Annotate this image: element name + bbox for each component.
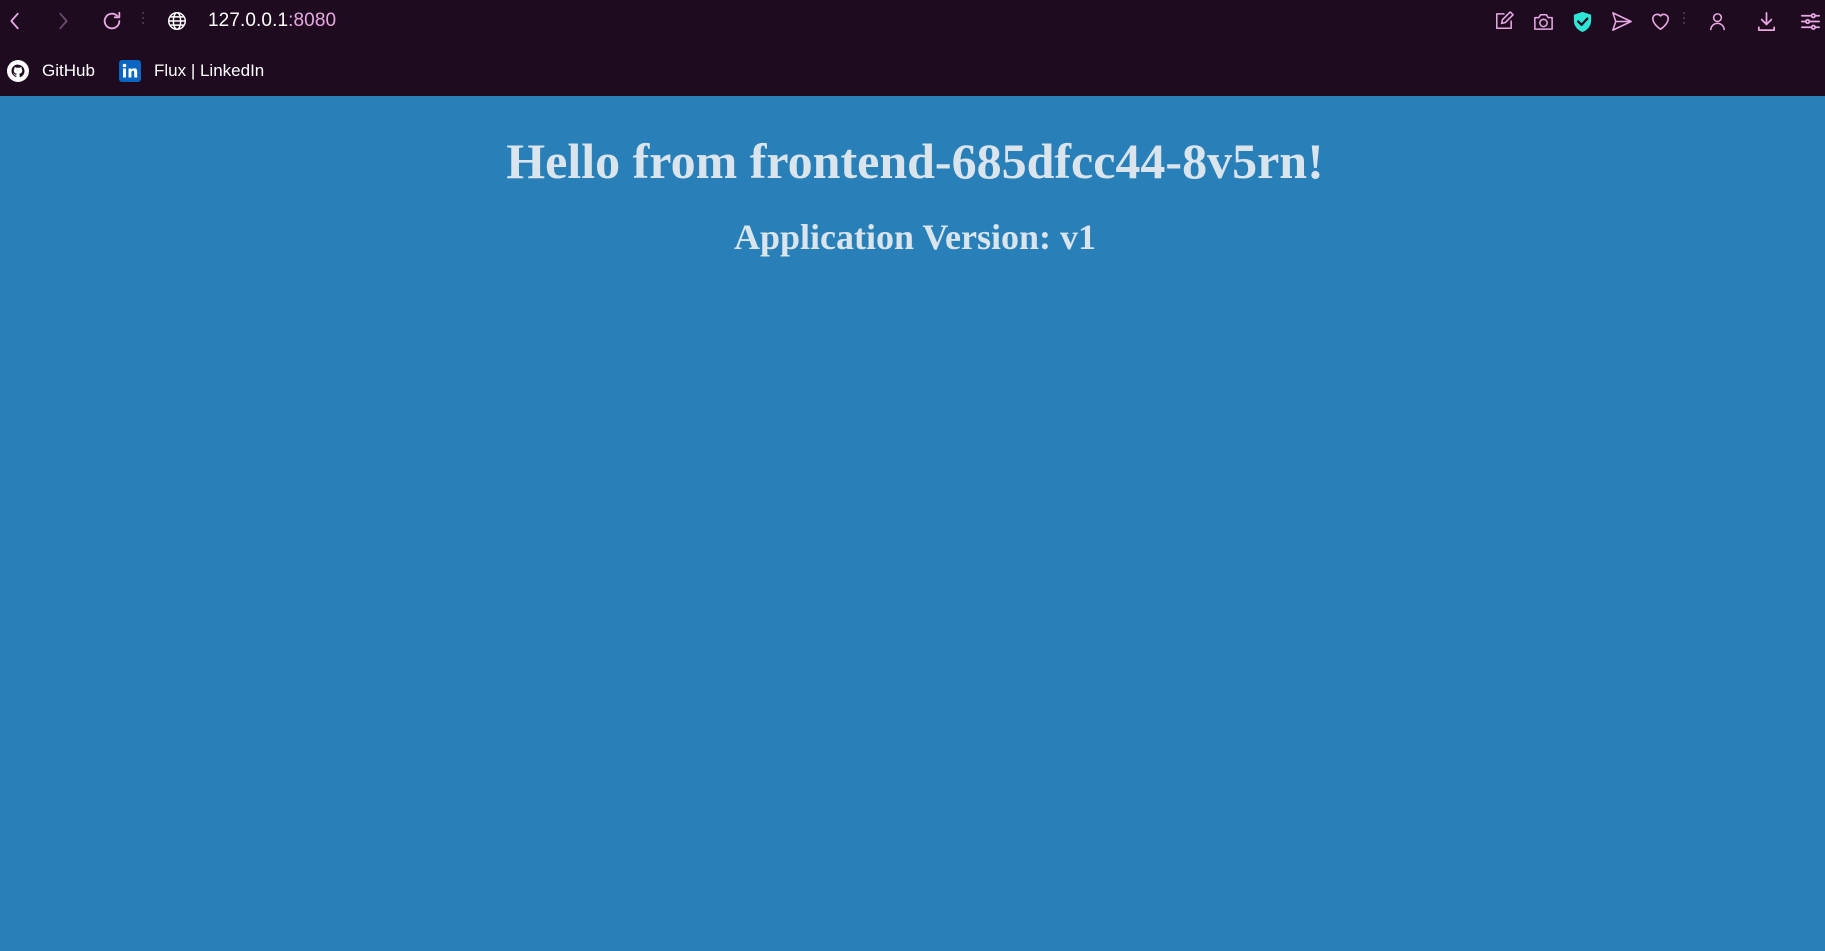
forward-arrow-icon xyxy=(59,12,68,30)
back-arrow-icon xyxy=(10,12,19,30)
toolbar-separator xyxy=(142,12,144,30)
reload-icon xyxy=(103,11,121,30)
browser-chrome: 127.0.0.1:8080 GitHub Flux | LinkedIn xyxy=(0,0,1825,96)
back-button[interactable] xyxy=(0,6,30,36)
menu-button[interactable] xyxy=(1795,6,1825,36)
menu-icon xyxy=(1800,12,1820,30)
app-version: Application Version: v1 xyxy=(733,217,1097,257)
profile-icon xyxy=(1709,12,1725,30)
bookmark-linkedin[interactable]: Flux | LinkedIn xyxy=(118,56,264,86)
send-button[interactable] xyxy=(1606,6,1636,36)
edit-button[interactable] xyxy=(1488,6,1518,36)
profile-button[interactable] xyxy=(1702,6,1732,36)
browser-toolbar: 127.0.0.1:8080 xyxy=(0,0,1825,42)
bookmarks-bar: GitHub Flux | LinkedIn xyxy=(0,52,1825,88)
page-title: Hello from frontend-685dfcc44-8v5rn! xyxy=(506,133,1324,189)
download-icon xyxy=(1757,11,1775,31)
edit-icon xyxy=(1495,10,1514,29)
heart-icon xyxy=(1651,13,1669,30)
github-icon xyxy=(6,59,30,83)
toolbar-separator xyxy=(1683,12,1685,30)
url-host: 127.0.0.1 xyxy=(208,10,289,31)
bookmark-label: GitHub xyxy=(42,61,95,80)
linkedin-icon xyxy=(118,59,142,83)
page-content: Hello from frontend-685dfcc44-8v5rn! App… xyxy=(0,96,1825,951)
screenshot-button[interactable] xyxy=(1528,6,1558,36)
url-port: :8080 xyxy=(288,10,337,31)
camera-icon xyxy=(1533,13,1553,30)
shield-check-icon xyxy=(1573,11,1591,32)
reload-button[interactable] xyxy=(97,6,127,36)
favorite-button[interactable] xyxy=(1645,6,1675,36)
forward-button[interactable] xyxy=(48,6,78,36)
vpn-shield-button[interactable] xyxy=(1567,6,1597,36)
send-icon xyxy=(1611,11,1632,31)
globe-icon[interactable] xyxy=(166,10,188,32)
address-bar[interactable]: 127.0.0.1:8080 xyxy=(166,6,1466,36)
bookmark-github[interactable]: GitHub xyxy=(6,56,95,86)
url-text: 127.0.0.1:8080 xyxy=(208,10,336,32)
downloads-button[interactable] xyxy=(1751,6,1781,36)
bookmark-label: Flux | LinkedIn xyxy=(154,61,265,80)
